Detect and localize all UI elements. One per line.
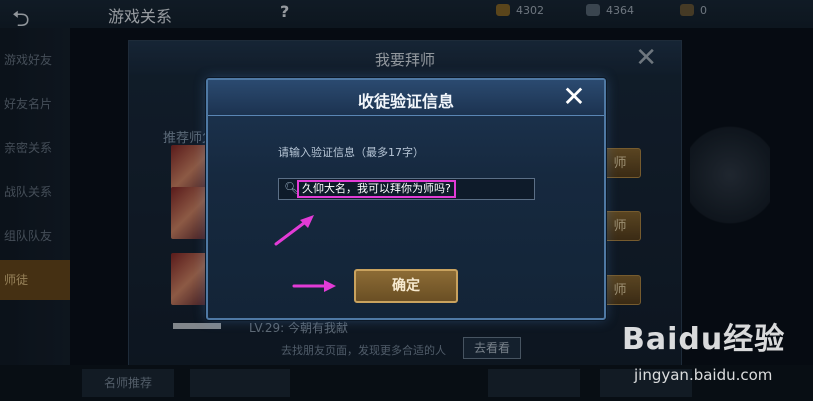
confirm-button[interactable]: 确定 xyxy=(354,269,458,303)
watermark: Baidu经验 jingyan.baidu.com xyxy=(622,314,812,394)
watermark-logo: Baidu经验 xyxy=(622,322,786,357)
input-prompt: 请输入验证信息（最多17字） xyxy=(278,146,424,159)
annotation-arrow-right xyxy=(292,280,336,292)
verification-input[interactable]: 🔍︎ 久仰大名，我可以拜你为师吗? xyxy=(278,178,535,200)
verification-dialog: 收徒验证信息 ✕ 请输入验证信息（最多17字） 🔍︎ 久仰大名，我可以拜你为师吗… xyxy=(206,78,606,320)
dialog-title: 收徒验证信息 xyxy=(357,92,454,111)
dialog-header: 收徒验证信息 ✕ xyxy=(208,80,604,116)
watermark-url: jingyan.baidu.com xyxy=(634,366,773,384)
verification-input-value[interactable]: 久仰大名，我可以拜你为师吗? xyxy=(297,180,456,198)
annotation-arrow-up xyxy=(274,215,314,246)
close-icon[interactable]: ✕ xyxy=(560,82,588,112)
